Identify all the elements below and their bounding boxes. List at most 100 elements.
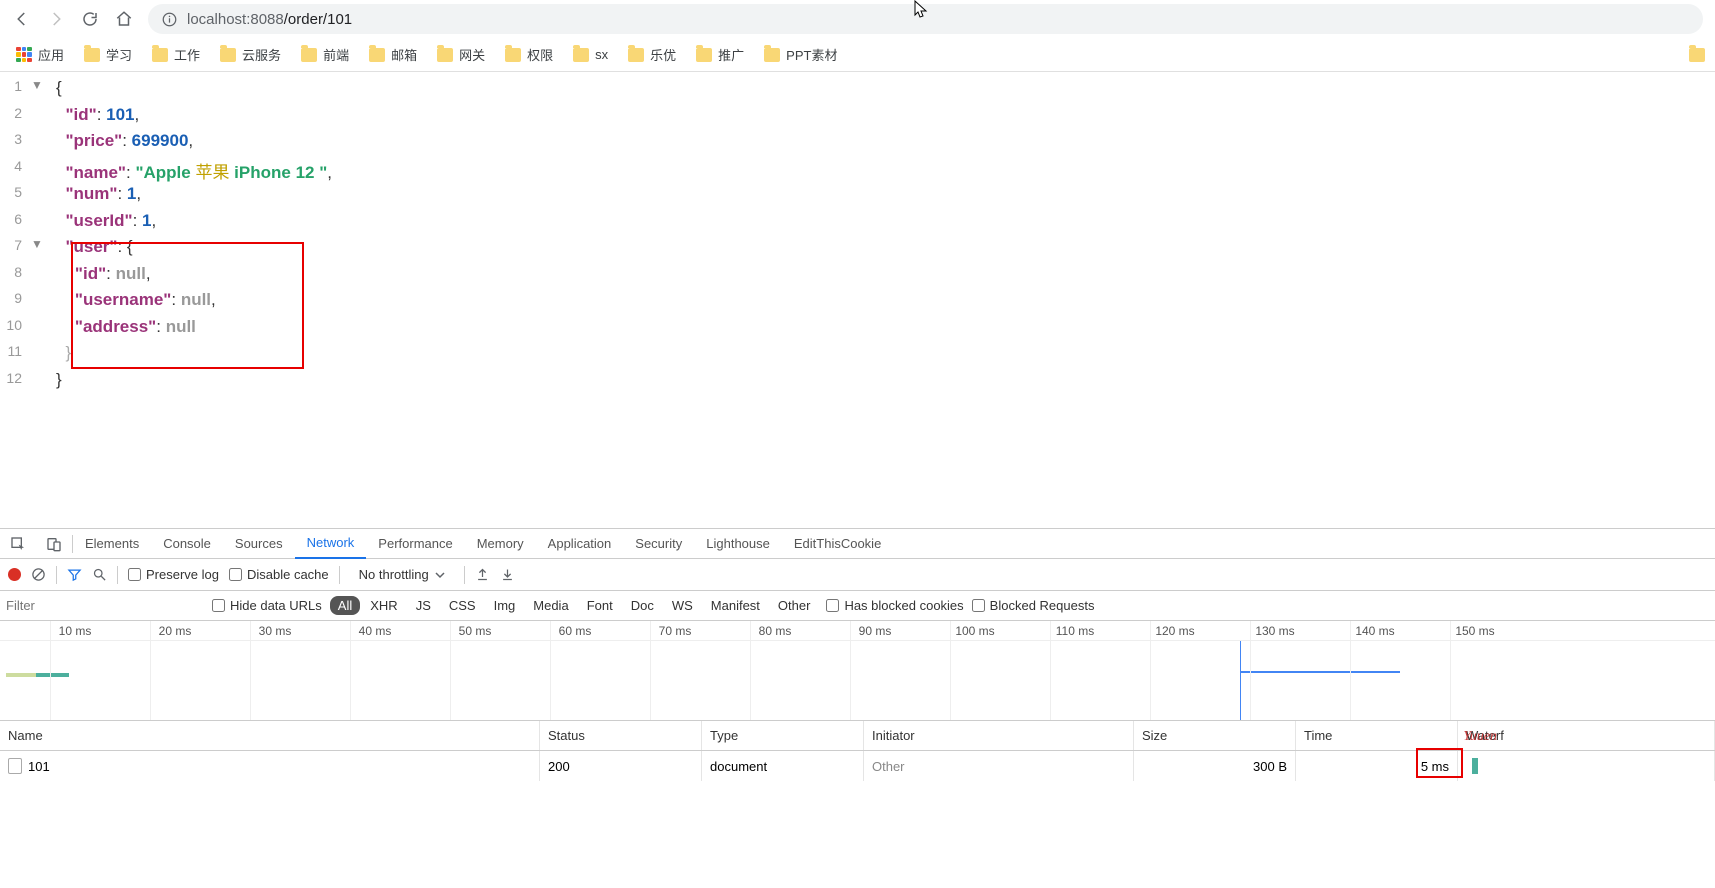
folder-icon xyxy=(220,48,236,62)
folder-icon xyxy=(152,48,168,62)
devtools-tab[interactable]: Sources xyxy=(223,529,295,559)
filter-pill[interactable]: All xyxy=(330,596,360,615)
bookmark-item[interactable]: 云服务 xyxy=(212,41,289,68)
folder-icon xyxy=(696,48,712,62)
forward-button[interactable] xyxy=(46,9,66,29)
blocked-requests-checkbox[interactable]: Blocked Requests xyxy=(972,598,1095,613)
timeline-tick: 130 ms xyxy=(1255,624,1294,638)
filter-pill[interactable]: WS xyxy=(664,596,701,615)
disable-cache-checkbox[interactable]: Disable cache xyxy=(229,567,329,582)
timeline-tick: 100 ms xyxy=(955,624,994,638)
cursor-icon xyxy=(914,0,928,18)
watermark: Yuuen xyxy=(1463,729,1497,745)
json-line: 11 } xyxy=(0,343,1715,370)
folder-icon xyxy=(573,48,589,62)
filter-pill[interactable]: Media xyxy=(525,596,576,615)
filter-pill[interactable]: CSS xyxy=(441,596,484,615)
fold-toggle[interactable]: ▼ xyxy=(28,237,46,251)
preserve-log-checkbox[interactable]: Preserve log xyxy=(128,567,219,582)
filter-pill[interactable]: XHR xyxy=(362,596,405,615)
filter-toggle-icon[interactable] xyxy=(67,567,82,582)
timeline-tick: 110 ms xyxy=(1056,624,1094,638)
fold-toggle[interactable]: ▼ xyxy=(28,78,46,92)
bookmark-item[interactable]: 推广 xyxy=(688,41,752,68)
throttling-select[interactable]: No throttling xyxy=(350,564,454,585)
filter-input[interactable] xyxy=(4,596,204,616)
bookmark-item[interactable]: 学习 xyxy=(76,41,140,68)
table-header: Name Status Type Initiator Size Time Wat… xyxy=(0,721,1715,751)
json-line: 7▼ "user": { xyxy=(0,237,1715,264)
back-button[interactable] xyxy=(12,9,32,29)
json-viewer: 1▼{2 "id": 101,3 "price": 699900,4 "name… xyxy=(0,72,1715,402)
upload-har-icon[interactable] xyxy=(475,567,490,582)
search-icon[interactable] xyxy=(92,567,107,582)
blocked-cookies-checkbox[interactable]: Has blocked cookies xyxy=(826,598,963,613)
filter-pill[interactable]: Doc xyxy=(623,596,662,615)
devtools-tab[interactable]: EditThisCookie xyxy=(782,529,893,559)
devtools-panel: ElementsConsoleSourcesNetworkPerformance… xyxy=(0,528,1715,888)
filter-pill[interactable]: Font xyxy=(579,596,621,615)
devtools-tab[interactable]: Application xyxy=(536,529,624,559)
devtools-tab[interactable]: Console xyxy=(151,529,223,559)
network-timeline[interactable]: 10 ms20 ms30 ms40 ms50 ms60 ms70 ms80 ms… xyxy=(0,621,1715,721)
inspect-element-icon[interactable] xyxy=(0,536,36,552)
col-type[interactable]: Type xyxy=(702,721,864,750)
json-line: 1▼{ xyxy=(0,78,1715,105)
timeline-tick: 150 ms xyxy=(1455,624,1494,638)
devtools-tab[interactable]: Lighthouse xyxy=(694,529,782,559)
devtools-tab[interactable]: Network xyxy=(295,529,367,559)
network-filter-row: Hide data URLs AllXHRJSCSSImgMediaFontDo… xyxy=(0,591,1715,621)
devtools-tab[interactable]: Security xyxy=(623,529,694,559)
bookmark-item[interactable]: PPT素材 xyxy=(756,41,845,68)
folder-icon xyxy=(84,48,100,62)
json-line: 12} xyxy=(0,370,1715,397)
browser-nav-bar: localhost:8088/order/101 xyxy=(0,0,1715,38)
col-time[interactable]: Time xyxy=(1296,721,1458,750)
bookmark-item[interactable]: sx xyxy=(565,41,616,68)
timeline-tick: 140 ms xyxy=(1355,624,1394,638)
clear-button[interactable] xyxy=(31,567,46,582)
col-size[interactable]: Size xyxy=(1134,721,1296,750)
apps-label: 应用 xyxy=(38,45,64,64)
json-line: 10 "address": null xyxy=(0,317,1715,344)
folder-icon xyxy=(369,48,385,62)
filter-pill[interactable]: Img xyxy=(486,596,524,615)
folder-icon xyxy=(505,48,521,62)
bookmark-item[interactable]: 邮箱 xyxy=(361,41,425,68)
filter-pill[interactable]: JS xyxy=(408,596,439,615)
timeline-tick: 50 ms xyxy=(459,624,492,638)
json-line: 2 "id": 101, xyxy=(0,105,1715,132)
bookmark-item[interactable]: 前端 xyxy=(293,41,357,68)
hide-data-urls-checkbox[interactable]: Hide data URLs xyxy=(212,598,322,613)
table-row[interactable]: 101200documentOther300 B5 ms xyxy=(0,751,1715,781)
bookmark-item[interactable]: 工作 xyxy=(144,41,208,68)
bookmark-item[interactable]: 网关 xyxy=(429,41,493,68)
network-table: Name Status Type Initiator Size Time Wat… xyxy=(0,721,1715,888)
col-status[interactable]: Status xyxy=(540,721,702,750)
bookmark-item[interactable]: 乐优 xyxy=(620,41,684,68)
reload-button[interactable] xyxy=(80,9,100,29)
chevron-down-icon xyxy=(435,570,445,580)
record-button[interactable] xyxy=(8,568,21,581)
device-toggle-icon[interactable] xyxy=(36,536,72,552)
filter-pill[interactable]: Other xyxy=(770,596,819,615)
folder-icon xyxy=(437,48,453,62)
bookmark-item[interactable]: 权限 xyxy=(497,41,561,68)
download-har-icon[interactable] xyxy=(500,567,515,582)
devtools-tab[interactable]: Elements xyxy=(73,529,151,559)
waterfall-bar xyxy=(1472,758,1478,774)
timeline-tick: 30 ms xyxy=(259,624,292,638)
timeline-tick: 40 ms xyxy=(359,624,392,638)
overflow-folder-icon[interactable] xyxy=(1689,48,1705,62)
info-icon xyxy=(162,12,177,27)
filter-pill[interactable]: Manifest xyxy=(703,596,768,615)
devtools-tab[interactable]: Performance xyxy=(366,529,464,559)
devtools-tab[interactable]: Memory xyxy=(465,529,536,559)
folder-icon xyxy=(764,48,780,62)
timeline-tick: 10 ms xyxy=(59,624,92,638)
apps-button[interactable]: 应用 xyxy=(10,41,70,68)
col-initiator[interactable]: Initiator xyxy=(864,721,1134,750)
devtools-tab-bar: ElementsConsoleSourcesNetworkPerformance… xyxy=(0,529,1715,559)
col-name[interactable]: Name xyxy=(0,721,540,750)
home-button[interactable] xyxy=(114,9,134,29)
